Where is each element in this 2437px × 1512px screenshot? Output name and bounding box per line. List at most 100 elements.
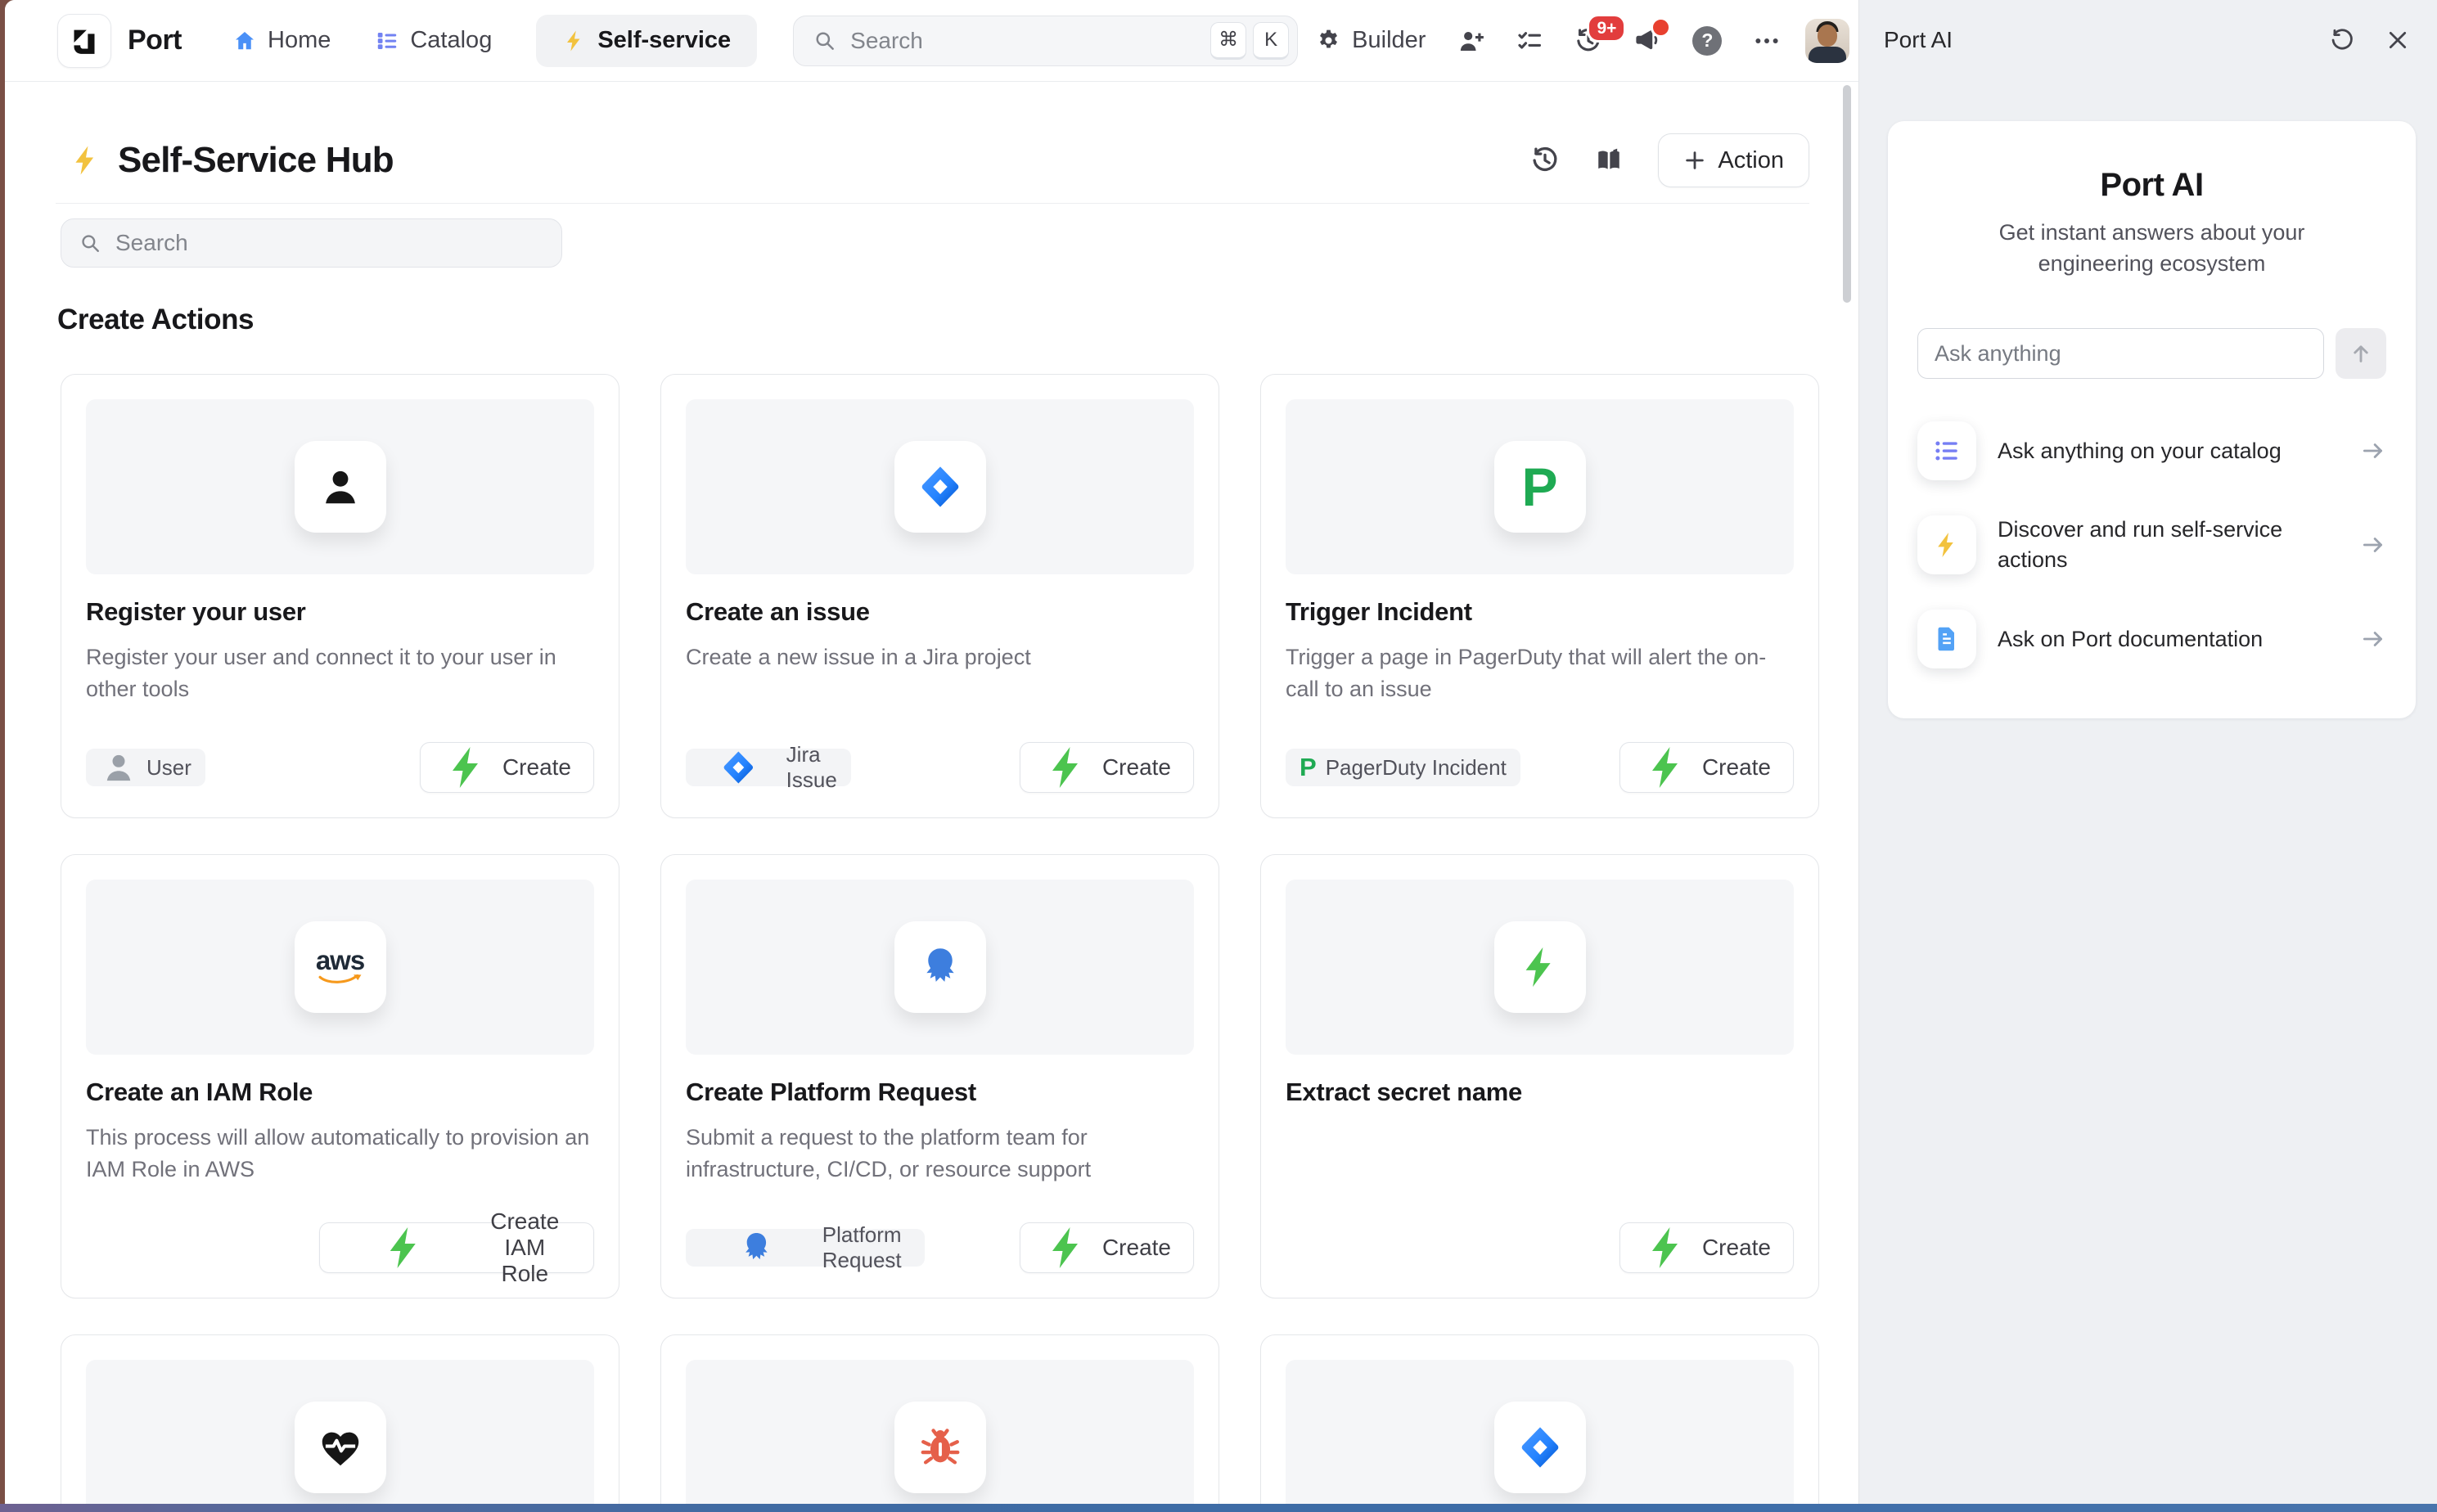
navbar-actions: Builder 9+ ?: [1316, 19, 1849, 63]
user-avatar[interactable]: [1805, 19, 1849, 63]
port-ai-card: Port AI Get instant answers about your e…: [1888, 121, 2416, 718]
card-footer: P PagerDuty Incident Create: [1286, 742, 1794, 793]
create-button-label: Create: [1702, 754, 1771, 781]
add-action-button[interactable]: Action: [1658, 133, 1809, 187]
badge-label: User: [146, 755, 191, 781]
page-actions: Action: [1530, 133, 1809, 187]
actions-search-input[interactable]: [114, 229, 543, 257]
invite-users-button[interactable]: [1457, 27, 1484, 55]
nav-item-self-service[interactable]: Self-service: [536, 15, 757, 67]
card-banner: [686, 1360, 1194, 1504]
port-ai-option-1[interactable]: Discover and run self-service actions: [1917, 515, 2386, 575]
create-button[interactable]: Create: [1020, 742, 1194, 793]
history-count-badge: 9+: [1587, 14, 1626, 43]
card-banner: aws: [86, 880, 594, 1055]
action-card[interactable]: aws Create an IAM Role This process will…: [61, 854, 619, 1298]
desktop-edge-bottom: [0, 1504, 2437, 1512]
card-description: This process will allow automatically to…: [86, 1122, 594, 1186]
port-ai-option-0[interactable]: Ask anything on your catalog: [1917, 421, 2386, 480]
actions-grid: Register your user Register your user an…: [61, 374, 1809, 1504]
card-title: Register your user: [86, 597, 594, 627]
card-icon-tile: [295, 1402, 386, 1493]
action-card[interactable]: [1260, 1334, 1819, 1504]
brand[interactable]: Port: [57, 14, 182, 68]
blueprint-badge: Jira Issue: [686, 749, 851, 786]
close-panel-button[interactable]: [2385, 27, 2411, 53]
main-area: Port Home Catalog Self-service: [5, 0, 1858, 1504]
create-button[interactable]: Create IAM Role: [319, 1222, 594, 1273]
option-icon-tile: [1917, 421, 1976, 480]
runs-history-button[interactable]: 9+: [1574, 27, 1602, 55]
action-card[interactable]: Create an issue Create a new issue in a …: [660, 374, 1219, 818]
primary-nav: Home Catalog Self-service: [232, 15, 757, 67]
badge-label: Jira Issue: [786, 742, 838, 793]
page-header: Self-Service Hub Action: [56, 128, 1809, 193]
nav-item-label: Self-service: [597, 27, 731, 54]
docs-button[interactable]: [1594, 146, 1624, 175]
top-navbar: Port Home Catalog Self-service: [5, 0, 1858, 82]
option-icon-tile: [1917, 610, 1976, 668]
header-divider: [56, 203, 1809, 204]
action-card[interactable]: Create Platform Request Submit a request…: [660, 854, 1219, 1298]
card-description: Submit a request to the platform team fo…: [686, 1122, 1194, 1186]
plus-icon: [1683, 149, 1706, 172]
create-button[interactable]: Create: [420, 742, 594, 793]
port-logo: [57, 14, 111, 68]
vertical-scrollbar[interactable]: [1843, 85, 1851, 303]
reset-chat-button[interactable]: [2329, 27, 2355, 53]
card-icon-tile: [1494, 1402, 1586, 1493]
card-icon-tile: [894, 921, 986, 1013]
action-card[interactable]: Register your user Register your user an…: [61, 374, 619, 818]
badge-label: Platform Request: [822, 1222, 911, 1273]
create-button-label: Create IAM Role: [479, 1208, 571, 1287]
help-button[interactable]: ?: [1692, 26, 1722, 56]
global-search-input[interactable]: [849, 27, 1210, 55]
create-button[interactable]: Create: [1619, 1222, 1794, 1273]
announcements-button[interactable]: [1633, 27, 1661, 55]
page-title-wrap: Self-Service Hub: [69, 140, 394, 181]
port-ai-header: Port AI: [1859, 0, 2437, 80]
action-card[interactable]: [61, 1334, 619, 1504]
card-icon-tile: [295, 441, 386, 533]
card-footer: User Create: [86, 742, 594, 793]
card-footer: Create IAM Role: [86, 1222, 594, 1273]
screen: Port Home Catalog Self-service: [0, 0, 2437, 1512]
card-description: Create a new issue in a Jira project: [686, 641, 1194, 673]
badge-label: PagerDuty Incident: [1326, 755, 1507, 781]
create-button[interactable]: Create: [1020, 1222, 1194, 1273]
card-banner: [86, 1360, 594, 1504]
nav-item-catalog[interactable]: Catalog: [375, 27, 492, 54]
avatar-shirt: [1809, 47, 1846, 63]
card-icon-tile: P: [1494, 441, 1586, 533]
avatar-head: [1818, 25, 1837, 47]
arrow-right-icon: [2360, 626, 2386, 652]
builder-button[interactable]: Builder: [1316, 27, 1426, 54]
tasks-button[interactable]: [1516, 27, 1543, 55]
card-banner: [86, 399, 594, 574]
actions-search[interactable]: [61, 218, 562, 268]
nav-item-home[interactable]: Home: [232, 27, 331, 54]
action-card[interactable]: P Trigger Incident Trigger a page in Pag…: [1260, 374, 1819, 818]
action-card[interactable]: Extract secret name Create: [1260, 854, 1819, 1298]
runs-history-page-button[interactable]: [1530, 146, 1560, 175]
card-title: Create an IAM Role: [86, 1078, 594, 1107]
card-banner: [686, 399, 1194, 574]
card-icon-tile: [894, 441, 986, 533]
option-label: Ask on Port documentation: [1998, 624, 2339, 655]
blueprint-badge: User: [86, 749, 205, 786]
nav-item-label: Home: [268, 27, 331, 54]
page-title: Self-Service Hub: [118, 140, 394, 181]
section-title: Create Actions: [57, 304, 1809, 336]
card-title: Trigger Incident: [1286, 597, 1794, 627]
option-icon-tile: [1917, 515, 1976, 574]
card-title: Create Platform Request: [686, 1078, 1194, 1107]
port-ai-option-2[interactable]: Ask on Port documentation: [1917, 610, 2386, 668]
create-button-label: Create: [1702, 1235, 1771, 1261]
ask-anything-input[interactable]: [1917, 328, 2324, 379]
more-menu-button[interactable]: [1753, 27, 1781, 55]
builder-label: Builder: [1352, 27, 1426, 54]
global-search[interactable]: ⌘ K: [793, 16, 1298, 66]
action-card[interactable]: [660, 1334, 1219, 1504]
submit-question-button[interactable]: [2336, 328, 2386, 379]
create-button[interactable]: Create: [1619, 742, 1794, 793]
